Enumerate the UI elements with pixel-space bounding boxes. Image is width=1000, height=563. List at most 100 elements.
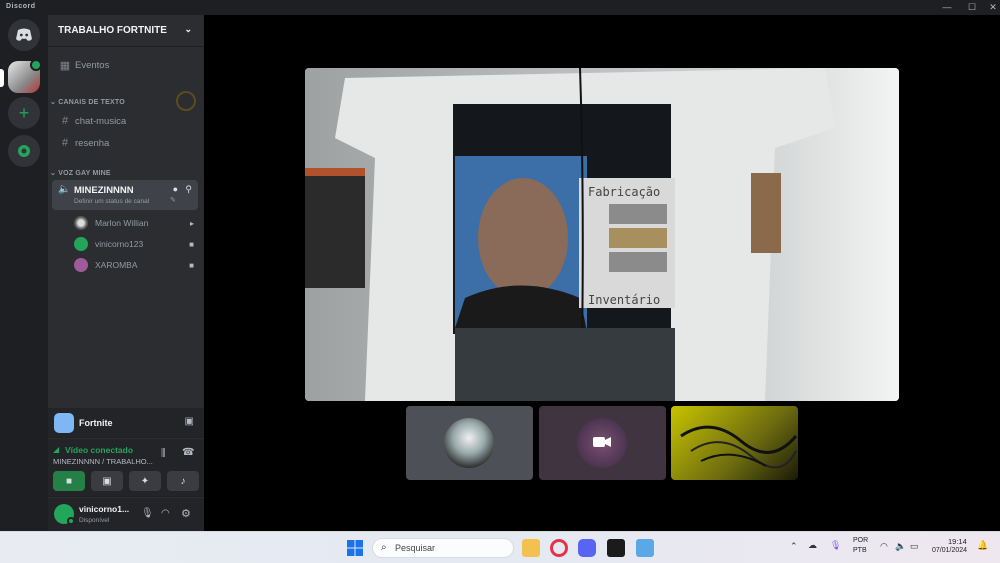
- app-icon[interactable]: [607, 539, 625, 557]
- windows-logo-icon: [347, 540, 363, 556]
- add-server-button[interactable]: +: [8, 97, 40, 129]
- server-trabalho-fortnite[interactable]: [8, 59, 42, 93]
- invite-member-icon[interactable]: ⚲: [185, 184, 192, 195]
- text-channels-category[interactable]: ⌄ CANAIS DE TEXTO: [50, 98, 125, 106]
- voice-location[interactable]: MINEZINNNN / TRABALHO...: [53, 457, 153, 466]
- windows-taskbar: ⌕ Pesquisar ⌃ ☁ 🎙 POR PTB ◠ 🔈 ▭ 19:14 07…: [0, 531, 1000, 563]
- participant-tile[interactable]: [671, 406, 798, 480]
- disconnect-icon[interactable]: ☎: [182, 447, 194, 458]
- camera-toggle-button[interactable]: ■: [53, 471, 85, 491]
- volume-icon[interactable]: 🔈: [895, 541, 906, 552]
- events-label: Eventos: [75, 59, 110, 71]
- chat-bubble-icon[interactable]: ●: [173, 184, 178, 194]
- soundboard-button[interactable]: ♪: [167, 471, 199, 491]
- calendar-icon: ▦: [59, 59, 71, 72]
- chevron-down-icon: ⌄: [184, 24, 192, 34]
- headphones-icon[interactable]: ◠: [161, 508, 170, 519]
- maximize-button[interactable]: ☐: [961, 0, 983, 15]
- video-stage: Fabricação Inventário: [204, 15, 1000, 531]
- speaker-icon: 🔈: [58, 184, 71, 195]
- discord-logo-icon: [16, 28, 32, 41]
- microphone-icon[interactable]: 🎙: [141, 508, 154, 519]
- discord-taskbar-icon[interactable]: [578, 539, 596, 557]
- svg-text:Fabricação: Fabricação: [588, 185, 660, 199]
- category-label: VOZ GAY MINE: [58, 170, 111, 177]
- game-icon: [54, 413, 74, 433]
- cloud-icon[interactable]: ☁: [808, 540, 817, 551]
- activity-panel[interactable]: Fortnite ▣: [48, 408, 204, 438]
- avatar: [74, 258, 88, 272]
- voice-channel-minezinnnn[interactable]: 🔈 MINEZINNNN Definir um status de canal …: [52, 180, 198, 210]
- voice-channels-category[interactable]: ⌄ VOZ GAY MINE: [50, 169, 111, 177]
- hashtag-icon: #: [61, 137, 69, 149]
- main-video-feed[interactable]: Fabricação Inventário: [305, 68, 899, 401]
- video-camera-icon: ■: [189, 260, 194, 270]
- compass-icon: [18, 145, 30, 157]
- participant-tile[interactable]: [406, 406, 533, 480]
- events-link[interactable]: ▦ Eventos: [54, 55, 198, 75]
- discord-window: Discord — ☐ ✕ + TRABALHO FORTNITE ⌄ ▦ Ev…: [0, 0, 1000, 531]
- search-icon: ⌕: [381, 542, 387, 553]
- gear-icon[interactable]: ⚙: [181, 507, 191, 520]
- server-rail: +: [0, 15, 48, 531]
- clock-time[interactable]: 19:14: [948, 537, 967, 546]
- chevron-down-icon: ⌄: [50, 99, 59, 106]
- minimize-button[interactable]: —: [936, 0, 958, 15]
- voice-activity-badge: [30, 59, 42, 71]
- game-name: Fortnite: [79, 418, 113, 428]
- chevron-up-icon[interactable]: ⌃: [790, 541, 798, 552]
- share-screen-button[interactable]: ▣: [91, 471, 123, 491]
- channel-label: resenha: [75, 137, 110, 149]
- online-status-dot: [67, 517, 75, 525]
- battery-icon[interactable]: ▭: [910, 541, 919, 552]
- voice-connection-panel: ◢ Vídeo conectado MINEZINNNN / TRABALHO.…: [48, 439, 204, 497]
- noise-suppression-icon[interactable]: ⫼: [161, 448, 166, 459]
- taskbar-search[interactable]: ⌕ Pesquisar: [372, 538, 514, 558]
- username[interactable]: vinicorno1...: [79, 504, 129, 514]
- voice-member[interactable]: XAROMBA ■: [74, 256, 198, 274]
- voice-status[interactable]: Vídeo conectado: [65, 445, 133, 455]
- clock-date[interactable]: 07/01/2024: [932, 547, 967, 554]
- close-button[interactable]: ✕: [982, 0, 1000, 15]
- search-placeholder: Pesquisar: [395, 543, 436, 553]
- screen-share-icon[interactable]: ▣: [185, 416, 194, 427]
- svg-text:Inventário: Inventário: [588, 293, 660, 307]
- server-header[interactable]: TRABALHO FORTNITE ⌄: [48, 15, 204, 47]
- opera-icon[interactable]: [550, 539, 568, 557]
- channel-chat-musica[interactable]: # chat-musica: [54, 111, 198, 131]
- channel-label: chat-musica: [75, 115, 127, 127]
- start-button[interactable]: [346, 539, 364, 557]
- soundboard-icon: ♪: [180, 475, 186, 487]
- voice-member[interactable]: Marlon Willian ▸: [74, 214, 198, 232]
- channel-sidebar: TRABALHO FORTNITE ⌄ ▦ Eventos ⌄ CANAIS D…: [48, 15, 204, 531]
- app-icon[interactable]: [636, 539, 654, 557]
- streaming-icon: ▸: [189, 218, 194, 228]
- member-name: XAROMBA: [95, 260, 138, 270]
- language-top[interactable]: POR: [853, 537, 868, 544]
- webcam-image: Fabricação Inventário: [305, 68, 899, 401]
- file-explorer-icon[interactable]: [522, 539, 540, 557]
- server-name: TRABALHO FORTNITE: [58, 25, 167, 36]
- video-camera-icon: ■: [65, 475, 73, 487]
- language-bottom[interactable]: PTB: [853, 547, 867, 554]
- explore-button[interactable]: [8, 135, 40, 167]
- pencil-icon[interactable]: ✎: [170, 196, 176, 204]
- channel-resenha[interactable]: # resenha: [54, 133, 198, 153]
- webcam-image: [680, 425, 798, 469]
- app-title: Discord: [6, 3, 36, 10]
- microphone-icon[interactable]: 🎙: [830, 540, 841, 551]
- participant-tile[interactable]: [539, 406, 666, 480]
- voice-channel-name: MINEZINNNN: [74, 185, 134, 196]
- home-button[interactable]: [8, 19, 40, 51]
- notification-bell-icon[interactable]: 🔔: [977, 540, 988, 551]
- activities-button[interactable]: ✦: [129, 471, 161, 491]
- avatar: [74, 237, 88, 251]
- rocket-icon: ✦: [140, 475, 150, 487]
- chevron-down-icon: ⌄: [50, 170, 59, 177]
- wifi-icon[interactable]: ◠: [880, 541, 888, 552]
- channel-status-placeholder[interactable]: Definir um status de canal: [74, 198, 149, 205]
- video-camera-icon: [593, 437, 611, 447]
- video-camera-icon: ■: [189, 239, 194, 249]
- voice-member[interactable]: vinicorno123 ■: [74, 235, 198, 253]
- avatar: [74, 216, 88, 230]
